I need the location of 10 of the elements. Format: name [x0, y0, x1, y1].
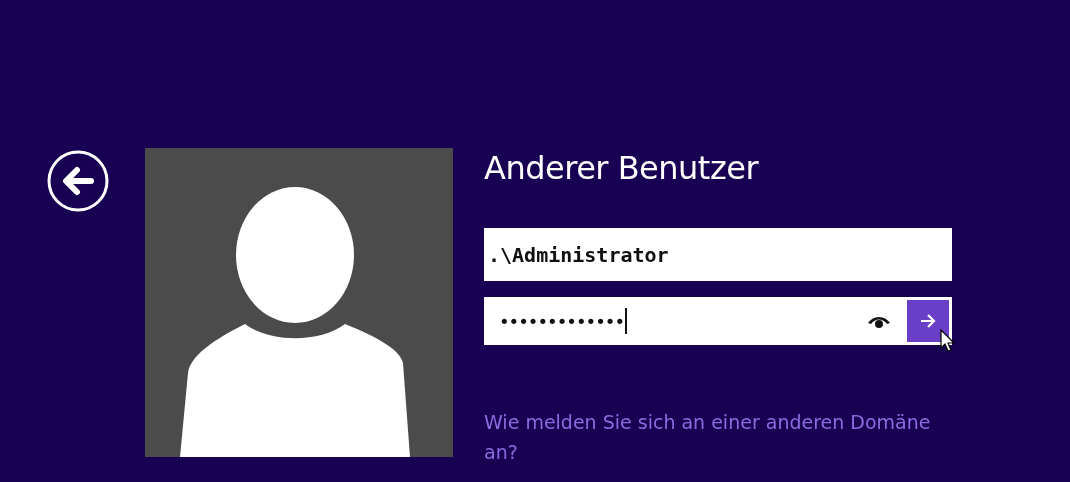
other-domain-link[interactable]: Wie melden Sie sich an einer anderen Domäne an?	[484, 407, 954, 467]
password-value: •••••••••••••	[499, 310, 625, 332]
username-field[interactable]: .\Administrator	[484, 228, 952, 281]
arrow-right-icon	[919, 313, 937, 329]
account-title: Anderer Benutzer	[484, 148, 760, 188]
user-avatar-icon	[145, 148, 453, 457]
eye-icon[interactable]	[867, 314, 891, 328]
submit-button[interactable]	[907, 300, 949, 342]
mouse-pointer-icon	[940, 329, 956, 353]
back-button[interactable]	[47, 150, 109, 212]
